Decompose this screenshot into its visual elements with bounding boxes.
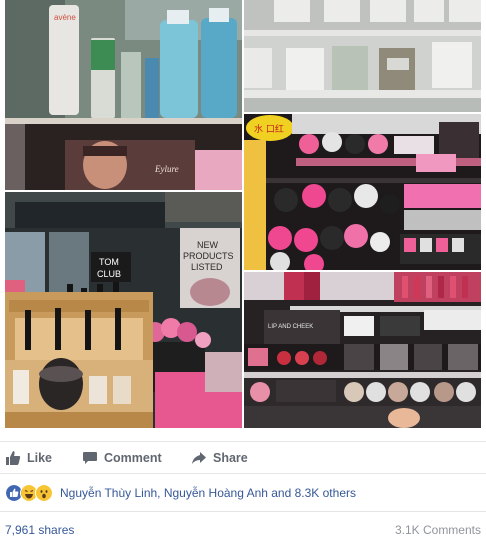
thumbs-up-icon	[6, 451, 21, 465]
tom-club-sign-line1: TOM	[99, 257, 119, 267]
speech-bubble-icon	[83, 452, 97, 464]
like-button[interactable]: Like	[5, 442, 52, 474]
poster-line1: NEW	[197, 240, 219, 250]
like-label: Like	[27, 451, 53, 465]
shop-sign-text: 水 口红	[254, 123, 284, 135]
display-box-text: LIP AND CHEEK	[268, 324, 313, 330]
comments-count-link[interactable]: 3.1K Comments	[395, 523, 481, 537]
tom-club-sign-line2: CLUB	[97, 269, 121, 279]
shares-count-link[interactable]: 7,961 shares	[5, 523, 74, 537]
poster-line2: PRODUCTS	[183, 251, 234, 261]
photo-white-containers[interactable]	[244, 0, 481, 112]
photo-palettes-display[interactable]: 水 口红	[244, 114, 481, 270]
shelf-brand-text: Eylure	[154, 164, 179, 174]
poster-line3: LISTED	[191, 262, 223, 272]
wow-icon	[35, 484, 53, 502]
photo-bottles-shelf[interactable]: avène Eylure	[5, 0, 242, 190]
share-arrow-icon	[192, 452, 206, 464]
comment-label: Comment	[104, 451, 162, 465]
share-button[interactable]: Share	[191, 442, 248, 474]
reaction-names-link[interactable]: Nguyễn Thùy Linh, Nguyễn Hoàng Anh and 8…	[60, 486, 356, 500]
photo-tom-club-counter[interactable]: TOM CLUB NEW PRODUCTS LISTED	[5, 192, 242, 428]
photo-lipstick-display[interactable]: LIP AND CHEEK	[244, 272, 481, 428]
svg-text:avène: avène	[54, 13, 76, 22]
photo-collage: avène Eylure 水 口红 TOM CLUB NEW PRODUCTS …	[0, 0, 486, 433]
reaction-icons[interactable]	[5, 484, 53, 502]
post-action-bar: Like Comment Share	[0, 441, 486, 474]
post-stats-row: 7,961 shares 3.1K Comments	[0, 511, 486, 548]
comment-button[interactable]: Comment	[82, 442, 162, 474]
reactions-row: Nguyễn Thùy Linh, Nguyễn Hoàng Anh and 8…	[0, 473, 486, 512]
share-label: Share	[213, 451, 248, 465]
